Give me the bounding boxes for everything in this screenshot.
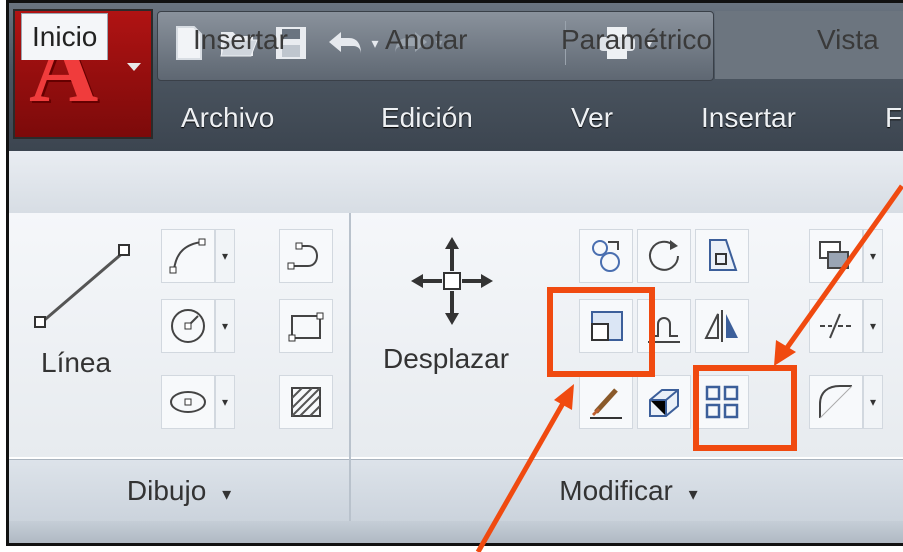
trim-dropdown-icon[interactable]: ▾: [863, 299, 883, 353]
panel-title-modificar[interactable]: Modificar ▾: [351, 459, 903, 522]
fillet-dropdown-icon[interactable]: ▾: [863, 375, 883, 429]
menu-insertar[interactable]: Insertar: [701, 98, 796, 138]
panel-title-modificar-label: Modificar: [559, 475, 673, 506]
polyline-icon[interactable]: [161, 229, 215, 283]
rectangle-icon[interactable]: [279, 299, 333, 353]
autocad-window: A ▾ ▾ ▾ Archivo Edición Ver Insertar F I…: [6, 0, 903, 546]
line-tool-label: Línea: [41, 347, 112, 378]
tab-insertar[interactable]: Insertar: [193, 17, 288, 63]
move-tool-label: Desplazar: [383, 343, 510, 374]
solid-edit-icon[interactable]: [637, 375, 691, 429]
menu-edicion[interactable]: Edición: [381, 98, 473, 138]
undo-dropdown-icon[interactable]: ▾: [365, 21, 385, 65]
polyline-arc-icon[interactable]: [279, 229, 333, 283]
menu-format-partial[interactable]: F: [885, 98, 902, 138]
menu-archivo[interactable]: Archivo: [181, 98, 274, 138]
tab-inicio[interactable]: Inicio: [21, 13, 109, 60]
polyline-dropdown-icon[interactable]: ▾: [215, 229, 235, 283]
panel-title-dibujo-label: Dibujo: [126, 475, 207, 506]
ribbon-bottom-edge: [9, 521, 903, 543]
tab-anotar[interactable]: Anotar: [385, 17, 468, 63]
menu-ver[interactable]: Ver: [571, 98, 613, 138]
mirror-icon[interactable]: [695, 299, 749, 353]
move-tool-icon[interactable]: [407, 231, 497, 331]
chevron-down-icon: [127, 63, 141, 71]
stretch-highlight-box: [547, 287, 655, 377]
tab-vista[interactable]: Vista: [817, 17, 879, 63]
hatch-icon[interactable]: [279, 375, 333, 429]
draworder-dropdown-icon[interactable]: ▾: [863, 229, 883, 283]
chevron-down-icon: ▾: [688, 484, 698, 504]
ellipse-dropdown-icon[interactable]: ▾: [215, 375, 235, 429]
panel-title-dibujo[interactable]: Dibujo ▾: [9, 459, 349, 522]
circle-icon[interactable]: [161, 299, 215, 353]
array-highlight-box: [693, 365, 797, 451]
circle-dropdown-icon[interactable]: ▾: [215, 299, 235, 353]
match-properties-icon[interactable]: [579, 375, 633, 429]
rotate-icon[interactable]: [637, 229, 691, 283]
tab-parametrico[interactable]: Paramétrico: [561, 17, 712, 63]
undo-icon[interactable]: [327, 21, 367, 65]
scale-icon[interactable]: [695, 229, 749, 283]
fillet-icon[interactable]: [809, 375, 863, 429]
ribbon-tab-row: [9, 151, 903, 214]
line-tool-icon[interactable]: [29, 239, 139, 339]
copy-icon[interactable]: [579, 229, 633, 283]
draworder-icon[interactable]: [809, 229, 863, 283]
ellipse-icon[interactable]: [161, 375, 215, 429]
chevron-down-icon: ▾: [222, 484, 232, 504]
trim-icon[interactable]: [809, 299, 863, 353]
